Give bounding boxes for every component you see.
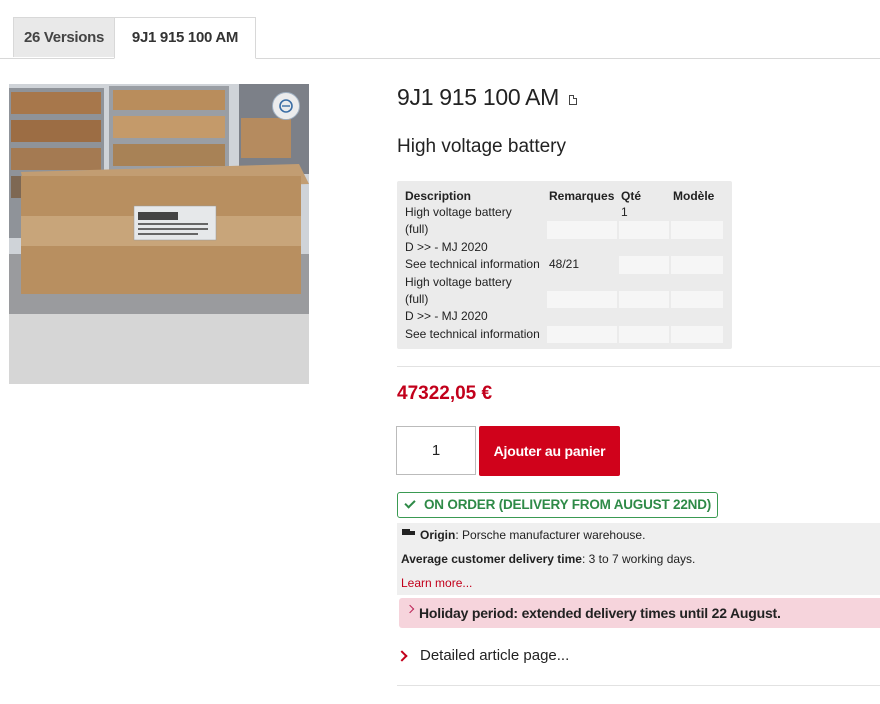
table-cell: 48/21 bbox=[549, 257, 580, 272]
divider bbox=[397, 366, 880, 367]
table-cell bbox=[619, 256, 669, 274]
chevron-right-icon bbox=[396, 650, 408, 662]
tab-part-reference[interactable]: 9J1 915 100 AM bbox=[114, 17, 256, 59]
table-cell bbox=[671, 325, 723, 344]
origin-label: Origin bbox=[420, 528, 456, 542]
product-image[interactable] bbox=[9, 84, 309, 384]
table-cell: 1 bbox=[621, 205, 628, 219]
status-badge: ON ORDER (DELIVERY FROM AUGUST 22ND) bbox=[397, 492, 719, 518]
table-cell bbox=[671, 221, 723, 239]
table-row: D >> - MJ 2020 bbox=[403, 308, 723, 325]
table-cell bbox=[547, 325, 617, 344]
table-cell bbox=[619, 290, 669, 309]
table-row: (full) bbox=[403, 290, 723, 309]
status-text: ON ORDER (DELIVERY FROM AUGUST 22ND) bbox=[424, 497, 712, 512]
table-cell: D >> - MJ 2020 bbox=[405, 239, 488, 254]
table-cell bbox=[619, 325, 669, 344]
part-reference-title: 9J1 915 100 AM bbox=[397, 84, 560, 110]
truck-icon bbox=[402, 529, 416, 537]
tab-bar: 26 Versions 9J1 915 100 AM bbox=[0, 0, 880, 59]
table-cell bbox=[547, 239, 617, 256]
table-cell bbox=[671, 308, 723, 325]
column-header: Modèle bbox=[673, 188, 715, 203]
learn-more-link[interactable]: Learn more... bbox=[401, 576, 472, 590]
table-cell bbox=[619, 221, 669, 239]
delivery-time-line: Average customer delivery time: 3 to 7 w… bbox=[401, 552, 695, 566]
table-cell bbox=[671, 204, 723, 221]
table-cell: (full) bbox=[405, 291, 429, 306]
table-cell bbox=[671, 274, 723, 291]
table-row: High voltage battery bbox=[403, 274, 723, 291]
price: 47322,05 € bbox=[397, 383, 493, 404]
product-photo-illustration bbox=[9, 84, 309, 384]
zoom-icon[interactable] bbox=[272, 92, 300, 120]
spec-table: Description Remarques Qté Modèle High vo… bbox=[397, 181, 732, 349]
column-header: Description bbox=[405, 188, 472, 203]
holiday-text: Holiday period: extended delivery times … bbox=[419, 605, 781, 621]
table-cell bbox=[547, 204, 617, 221]
part-name: High voltage battery bbox=[397, 136, 566, 157]
table-row: See technical information bbox=[403, 325, 723, 344]
table-cell bbox=[547, 274, 617, 291]
table-cell: See technical information bbox=[405, 326, 540, 341]
table-cell bbox=[671, 239, 723, 256]
table-cell bbox=[547, 308, 617, 325]
table-cell: High voltage battery bbox=[405, 274, 512, 289]
add-to-cart-button[interactable]: Ajouter au panier bbox=[479, 426, 620, 476]
column-header: Qté bbox=[621, 188, 642, 203]
table-cell bbox=[547, 221, 617, 239]
chevron-right-icon bbox=[405, 604, 415, 614]
origin-line: Origin: Porsche manufacturer warehouse. bbox=[420, 528, 645, 542]
holiday-notice[interactable]: Holiday period: extended delivery times … bbox=[399, 598, 880, 628]
table-cell bbox=[671, 290, 723, 309]
table-cell bbox=[619, 274, 669, 291]
delivery-info: Origin: Porsche manufacturer warehouse. … bbox=[397, 523, 880, 595]
check-icon bbox=[404, 497, 416, 509]
table-row: (full) bbox=[403, 221, 723, 239]
column-header: Remarques bbox=[549, 188, 615, 203]
origin-value: : Porsche manufacturer warehouse. bbox=[455, 528, 646, 542]
table-cell bbox=[619, 239, 669, 256]
table-cell: High voltage battery bbox=[405, 205, 512, 219]
table-cell: D >> - MJ 2020 bbox=[405, 309, 488, 324]
table-row: See technical information 48/21 bbox=[403, 256, 723, 274]
document-icon[interactable] bbox=[569, 95, 577, 105]
divider bbox=[397, 685, 880, 686]
quantity-input[interactable] bbox=[396, 426, 476, 475]
table-row: High voltage battery 1 bbox=[403, 204, 723, 221]
delivery-time-label: Average customer delivery time bbox=[401, 552, 582, 566]
tab-versions[interactable]: 26 Versions bbox=[13, 17, 115, 57]
table-cell bbox=[671, 256, 723, 274]
detailed-article-label: Detailed article page... bbox=[420, 647, 570, 664]
table-cell: (full) bbox=[405, 222, 429, 237]
delivery-time-value: : 3 to 7 working days. bbox=[581, 552, 696, 566]
table-cell bbox=[619, 308, 669, 325]
table-cell bbox=[547, 290, 617, 309]
table-row: D >> - MJ 2020 bbox=[403, 239, 723, 256]
table-cell: See technical information bbox=[405, 257, 540, 272]
